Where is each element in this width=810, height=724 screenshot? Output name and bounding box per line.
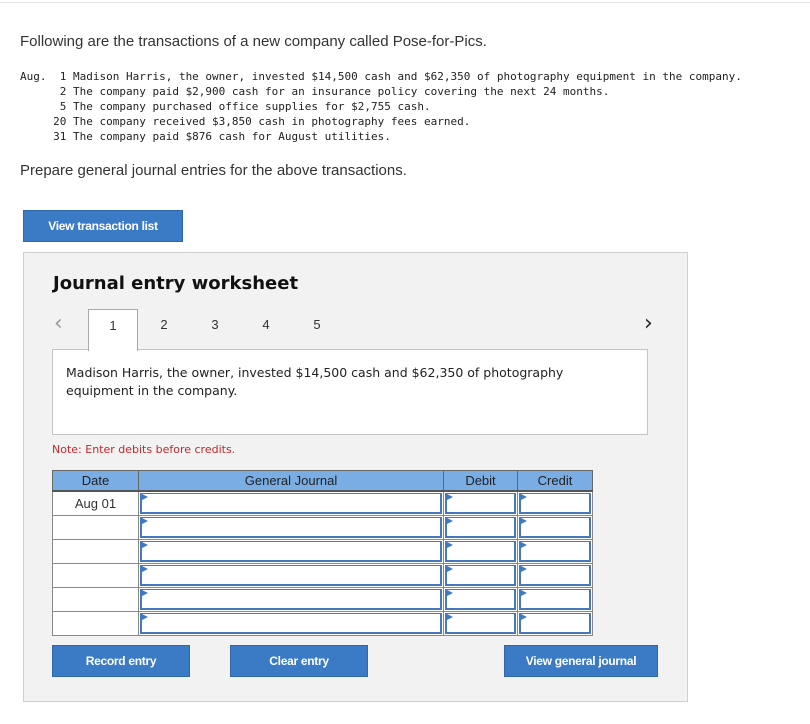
prev-arrow-icon[interactable]: ‹ bbox=[54, 311, 63, 336]
tab-4[interactable]: 4 bbox=[251, 317, 281, 332]
credit-input[interactable] bbox=[519, 540, 591, 562]
account-input[interactable] bbox=[140, 492, 442, 514]
debit-input[interactable] bbox=[445, 492, 516, 514]
account-input[interactable] bbox=[140, 564, 442, 586]
view-transaction-list-button[interactable]: View transaction list bbox=[23, 210, 183, 242]
debit-input[interactable] bbox=[445, 564, 516, 586]
note-text: Note: Enter debits before credits. bbox=[52, 443, 236, 456]
credit-input[interactable] bbox=[519, 612, 591, 634]
record-entry-button[interactable]: Record entry bbox=[52, 645, 190, 677]
credit-input[interactable] bbox=[519, 492, 591, 514]
date-cell bbox=[52, 586, 139, 612]
account-input[interactable] bbox=[140, 612, 442, 634]
tab-5[interactable]: 5 bbox=[302, 317, 332, 332]
transactions-list: Aug. 1 Madison Harris, the owner, invest… bbox=[20, 70, 742, 143]
next-arrow-icon[interactable]: › bbox=[644, 311, 653, 336]
transaction-description: Madison Harris, the owner, invested $14,… bbox=[52, 349, 648, 435]
date-cell: Aug 01 bbox=[52, 490, 139, 516]
credit-input[interactable] bbox=[519, 516, 591, 538]
col-date: Date bbox=[52, 470, 139, 492]
date-cell bbox=[52, 514, 139, 540]
instruction-text: Prepare general journal entries for the … bbox=[20, 162, 407, 179]
date-cell bbox=[52, 538, 139, 564]
debit-input[interactable] bbox=[445, 612, 516, 634]
debit-input[interactable] bbox=[445, 516, 516, 538]
col-general-journal: General Journal bbox=[138, 470, 444, 492]
tab-3[interactable]: 3 bbox=[200, 317, 230, 332]
clear-entry-button[interactable]: Clear entry bbox=[230, 645, 368, 677]
debit-input[interactable] bbox=[445, 588, 516, 610]
col-debit: Debit bbox=[443, 470, 518, 492]
account-input[interactable] bbox=[140, 588, 442, 610]
table-row bbox=[52, 562, 593, 588]
account-input[interactable] bbox=[140, 516, 442, 538]
tab-2[interactable]: 2 bbox=[149, 317, 179, 332]
top-divider bbox=[0, 2, 810, 3]
journal-entry-worksheet: Journal entry worksheet ‹ › 1 2 3 4 5 Ma… bbox=[23, 252, 688, 702]
table-row bbox=[52, 514, 593, 540]
table-row bbox=[52, 538, 593, 564]
table-row: Aug 01 bbox=[52, 490, 593, 516]
col-credit: Credit bbox=[517, 470, 593, 492]
date-cell bbox=[52, 610, 139, 636]
journal-table: Date General Journal Debit Credit Aug 01 bbox=[52, 470, 593, 636]
credit-input[interactable] bbox=[519, 588, 591, 610]
tab-1[interactable]: 1 bbox=[88, 309, 138, 351]
debit-input[interactable] bbox=[445, 540, 516, 562]
account-input[interactable] bbox=[140, 540, 442, 562]
table-row bbox=[52, 610, 593, 636]
credit-input[interactable] bbox=[519, 564, 591, 586]
table-row bbox=[52, 586, 593, 612]
date-cell bbox=[52, 562, 139, 588]
intro-text: Following are the transactions of a new … bbox=[20, 33, 487, 50]
worksheet-title: Journal entry worksheet bbox=[53, 273, 299, 294]
view-general-journal-button[interactable]: View general journal bbox=[504, 645, 658, 677]
